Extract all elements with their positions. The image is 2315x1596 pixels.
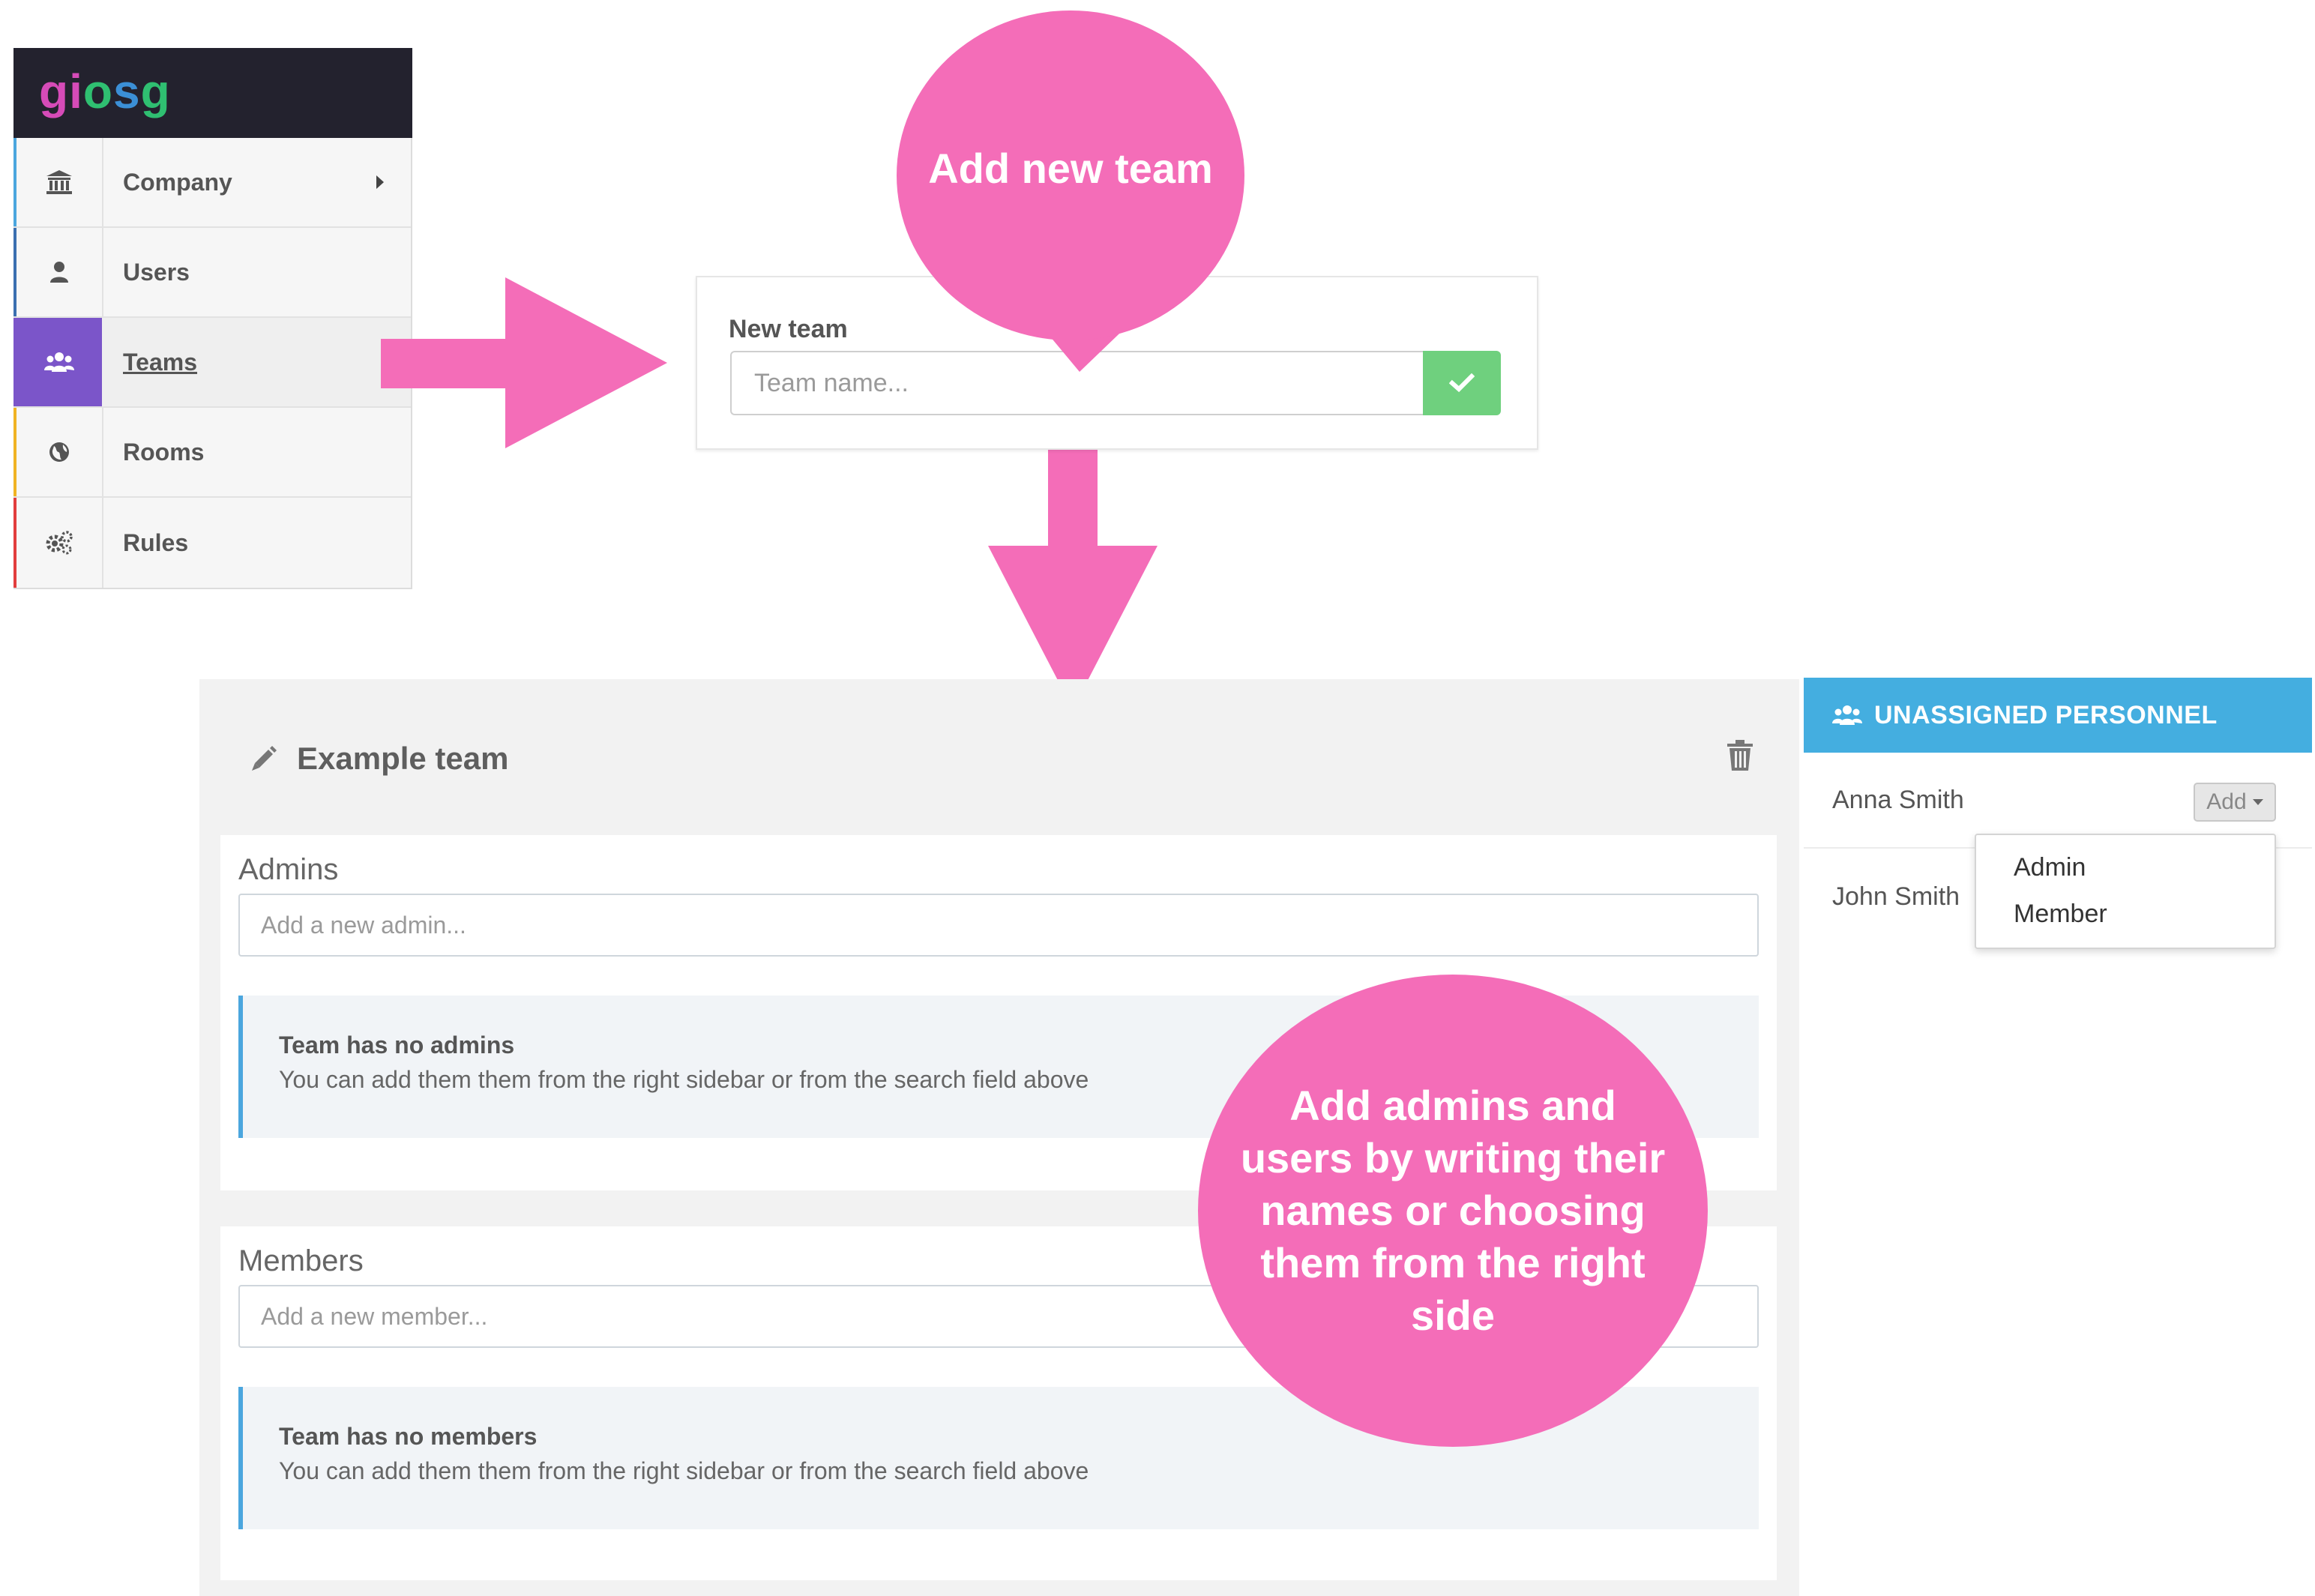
- arrow-down-icon: [988, 424, 1158, 709]
- check-icon: [1449, 373, 1475, 393]
- dropdown-option-admin[interactable]: Admin: [2014, 853, 2086, 882]
- sidebar-item-rooms[interactable]: Rooms: [13, 408, 411, 498]
- sidebar-nav: giosg Company Users Teams Rooms Rules: [13, 48, 412, 589]
- users-group-icon: [1832, 705, 1862, 725]
- notice-heading: Team has no admins: [279, 1032, 515, 1059]
- users-group-icon: [44, 352, 74, 372]
- bank-icon: [46, 170, 72, 194]
- notice-text: You can add them them from the right sid…: [279, 1066, 1089, 1093]
- personnel-header-label: UNASSIGNED PERSONNEL: [1874, 700, 2218, 729]
- trash-icon[interactable]: [1726, 739, 1754, 772]
- gears-icon: [46, 531, 73, 555]
- person-name: John Smith: [1832, 882, 1960, 911]
- caret-right-icon: [376, 175, 384, 189]
- brand-bar: giosg: [13, 48, 412, 138]
- members-title: Members: [238, 1244, 364, 1277]
- person-name: Anna Smith: [1832, 785, 1964, 814]
- user-icon: [50, 262, 68, 283]
- create-team-button[interactable]: [1423, 351, 1501, 415]
- personnel-header: UNASSIGNED PERSONNEL: [1804, 678, 2312, 753]
- add-role-dropdown: Admin Member: [1975, 834, 2276, 949]
- add-person-button[interactable]: Add: [2194, 783, 2276, 822]
- arrow-right-icon: [381, 277, 667, 448]
- caret-down-icon: [2252, 799, 2263, 805]
- sidebar-item-label: Rules: [123, 529, 189, 556]
- add-button-label: Add: [2206, 789, 2247, 814]
- sidebar-item-label: Teams: [123, 348, 198, 376]
- add-admin-input[interactable]: [238, 894, 1759, 957]
- globe-icon: [49, 442, 69, 462]
- sidebar-item-users[interactable]: Users: [13, 228, 411, 318]
- sidebar-item-label: Users: [123, 258, 190, 286]
- dropdown-option-member[interactable]: Member: [2014, 900, 2107, 929]
- notice-heading: Team has no members: [279, 1423, 538, 1450]
- sidebar-item-rules[interactable]: Rules: [13, 498, 411, 588]
- callout-add-people: Add admins and users by writing their na…: [1198, 975, 1708, 1447]
- team-name: Example team: [297, 741, 509, 776]
- admins-title: Admins: [238, 853, 339, 886]
- team-title[interactable]: Example team: [249, 741, 508, 777]
- sidebar-menu: Company Users Teams Rooms Rules: [13, 138, 412, 589]
- sidebar-item-teams[interactable]: Teams: [13, 318, 411, 408]
- new-team-title: New team: [729, 315, 848, 343]
- giosg-logo[interactable]: giosg: [39, 67, 171, 115]
- callout-add-team: Add new team: [897, 10, 1244, 340]
- sidebar-item-label: Rooms: [123, 438, 205, 466]
- sidebar-item-company[interactable]: Company: [13, 138, 411, 228]
- pencil-icon: [252, 746, 277, 771]
- sidebar-item-label: Company: [123, 168, 232, 196]
- notice-text: You can add them them from the right sid…: [279, 1457, 1089, 1484]
